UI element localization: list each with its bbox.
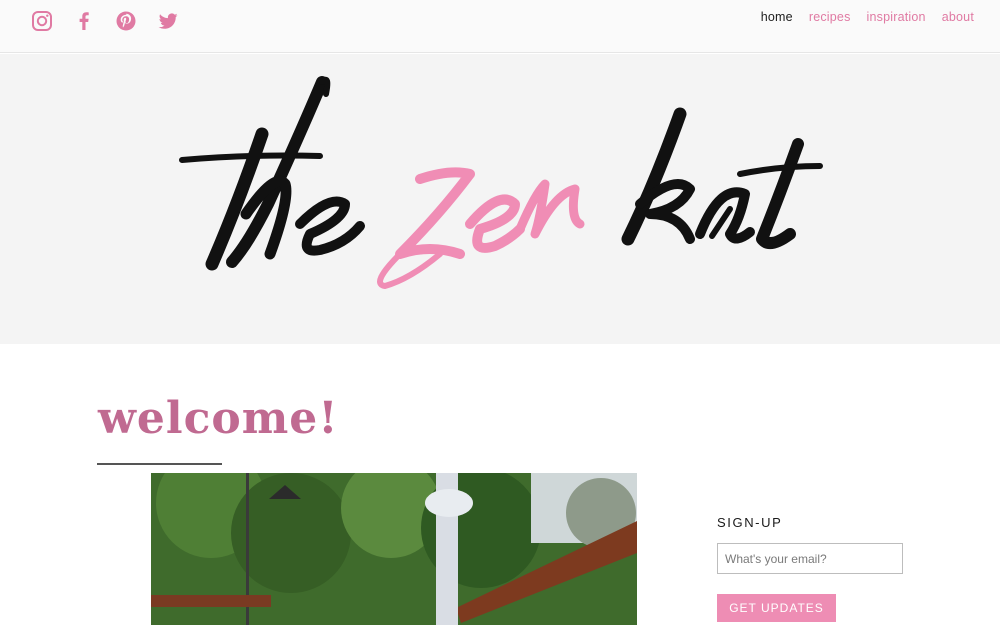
featured-photo <box>151 473 637 625</box>
instagram-icon[interactable] <box>30 9 54 33</box>
nav-item-inspiration[interactable]: inspiration <box>867 10 926 24</box>
nav-item-about[interactable]: about <box>942 10 974 24</box>
top-bar: home recipes inspiration about <box>0 0 1000 53</box>
signup-title: SIGN-UP <box>717 515 783 530</box>
pinterest-icon[interactable] <box>114 9 138 33</box>
twitter-icon[interactable] <box>156 9 180 33</box>
logo-word-zen <box>377 167 585 289</box>
nav-item-recipes[interactable]: recipes <box>809 10 851 24</box>
hero-banner: the zen kat <box>0 54 1000 344</box>
main-nav: home recipes inspiration about <box>745 10 974 24</box>
get-updates-button[interactable]: GET UPDATES <box>717 594 836 622</box>
logo-word-the <box>179 76 365 271</box>
title-divider <box>97 463 222 465</box>
email-field[interactable] <box>717 543 903 574</box>
social-links <box>30 9 198 33</box>
site-logo[interactable]: the zen kat <box>0 54 1000 344</box>
nav-item-home[interactable]: home <box>761 10 793 24</box>
page-title: welcome! <box>98 393 339 444</box>
logo-word-kat <box>621 107 823 249</box>
facebook-icon[interactable] <box>72 9 96 33</box>
